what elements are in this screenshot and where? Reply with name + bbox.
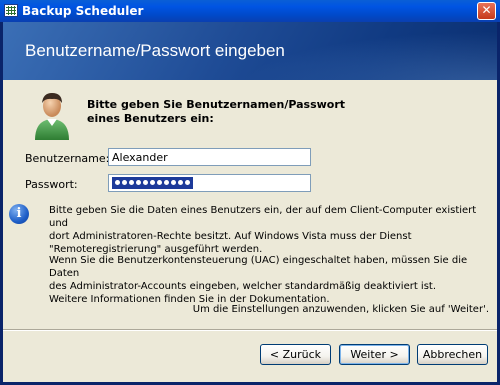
- cancel-button[interactable]: Abbrechen: [417, 344, 488, 365]
- info-line: Bitte geben Sie die Daten eines Benutzer…: [49, 205, 477, 229]
- password-dot: [115, 180, 120, 185]
- info-line: des Administrator-Accounts eingeben, wel…: [49, 281, 437, 292]
- password-dot: [185, 180, 190, 185]
- password-dot: [171, 180, 176, 185]
- window-title: Backup Scheduler: [22, 4, 144, 18]
- separator: [3, 329, 497, 331]
- info-icon: i: [9, 204, 29, 224]
- username-label: Benutzername:: [25, 152, 110, 165]
- back-button[interactable]: < Zurück: [260, 344, 331, 365]
- wizard-content: Bitte geben Sie Benutzernamen/Passwort e…: [3, 80, 497, 382]
- info-paragraph-1: Bitte geben Sie die Daten eines Benutzer…: [49, 204, 489, 256]
- password-dot: [157, 180, 162, 185]
- user-icon: [35, 93, 69, 140]
- password-dot: [136, 180, 141, 185]
- page-title: Benutzername/Passwort eingeben: [25, 41, 285, 60]
- close-button[interactable]: ✕: [477, 2, 496, 20]
- password-dot: [143, 180, 148, 185]
- instruction-line-1: Bitte geben Sie Benutzernamen/Passwort: [87, 98, 346, 111]
- password-dot: [129, 180, 134, 185]
- password-dot: [122, 180, 127, 185]
- password-dot: [150, 180, 155, 185]
- password-label: Passwort:: [25, 178, 78, 191]
- password-dot: [164, 180, 169, 185]
- password-field[interactable]: [108, 174, 311, 192]
- instruction-line-2: eines Benutzers ein:: [87, 112, 214, 125]
- apply-hint: Um die Einstellungen anzuwenden, klicken…: [192, 304, 489, 315]
- wizard-window: Backup Scheduler ✕ Benutzername/Passwort…: [0, 0, 500, 385]
- password-mask: [112, 177, 193, 189]
- title-bar[interactable]: Backup Scheduler ✕: [0, 0, 500, 22]
- wizard-header: Benutzername/Passwort eingeben: [3, 22, 497, 80]
- info-paragraph-2: Wenn Sie die Benutzerkontensteuerung (UA…: [49, 254, 489, 306]
- next-button[interactable]: Weiter >: [339, 344, 410, 365]
- info-line: dort Administratoren-Rechte besitzt. Auf…: [49, 231, 412, 242]
- calendar-icon: [4, 4, 18, 17]
- info-line: Wenn Sie die Benutzerkontensteuerung (UA…: [49, 255, 468, 279]
- instruction-text: Bitte geben Sie Benutzernamen/Passwort e…: [87, 98, 347, 126]
- username-field[interactable]: Alexander: [108, 148, 311, 166]
- password-dot: [178, 180, 183, 185]
